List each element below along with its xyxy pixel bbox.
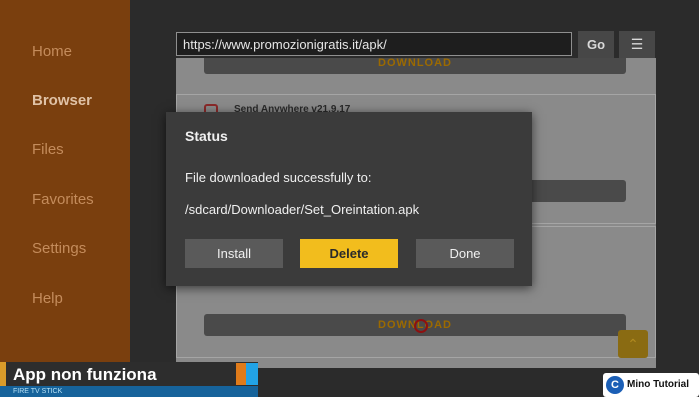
overlay-color-block [246, 363, 258, 385]
status-dialog: Status File downloaded successfully to: … [166, 112, 532, 286]
done-button[interactable]: Done [416, 239, 514, 268]
delete-button[interactable]: Delete [300, 239, 398, 268]
url-input[interactable] [176, 32, 572, 56]
overlay-banner-accent [0, 362, 6, 386]
go-button[interactable]: Go [578, 31, 614, 58]
cursor-icon [414, 319, 428, 333]
sidebar-item-settings[interactable]: Settings [32, 240, 86, 257]
overlay-color-block [236, 363, 246, 385]
sidebar-item-browser[interactable]: Browser [32, 92, 92, 109]
sidebar-item-files[interactable]: Files [32, 141, 64, 158]
dialog-title: Status [185, 128, 228, 144]
overlay-banner-title: App non funziona [13, 365, 157, 384]
dialog-file-path: /sdcard/Downloader/Set_Oreintation.apk [185, 202, 420, 217]
overlay-banner-subtitle: FIRE TV STICK [13, 388, 63, 395]
install-button[interactable]: Install [185, 239, 283, 268]
dialog-message: File downloaded successfully to: [185, 170, 372, 185]
logo-text: Mino Tutorial [627, 379, 690, 390]
sidebar: Home Browser Files Favorites Settings He… [0, 0, 130, 397]
scroll-up-icon[interactable]: ⌃ [618, 330, 648, 358]
sidebar-item-help[interactable]: Help [32, 290, 63, 307]
logo-icon: C [606, 376, 624, 394]
download-button[interactable]: DOWNLOAD [204, 58, 626, 74]
menu-icon[interactable]: ☰ [619, 31, 655, 58]
sidebar-item-favorites[interactable]: Favorites [32, 191, 94, 208]
sidebar-item-home[interactable]: Home [32, 43, 72, 60]
